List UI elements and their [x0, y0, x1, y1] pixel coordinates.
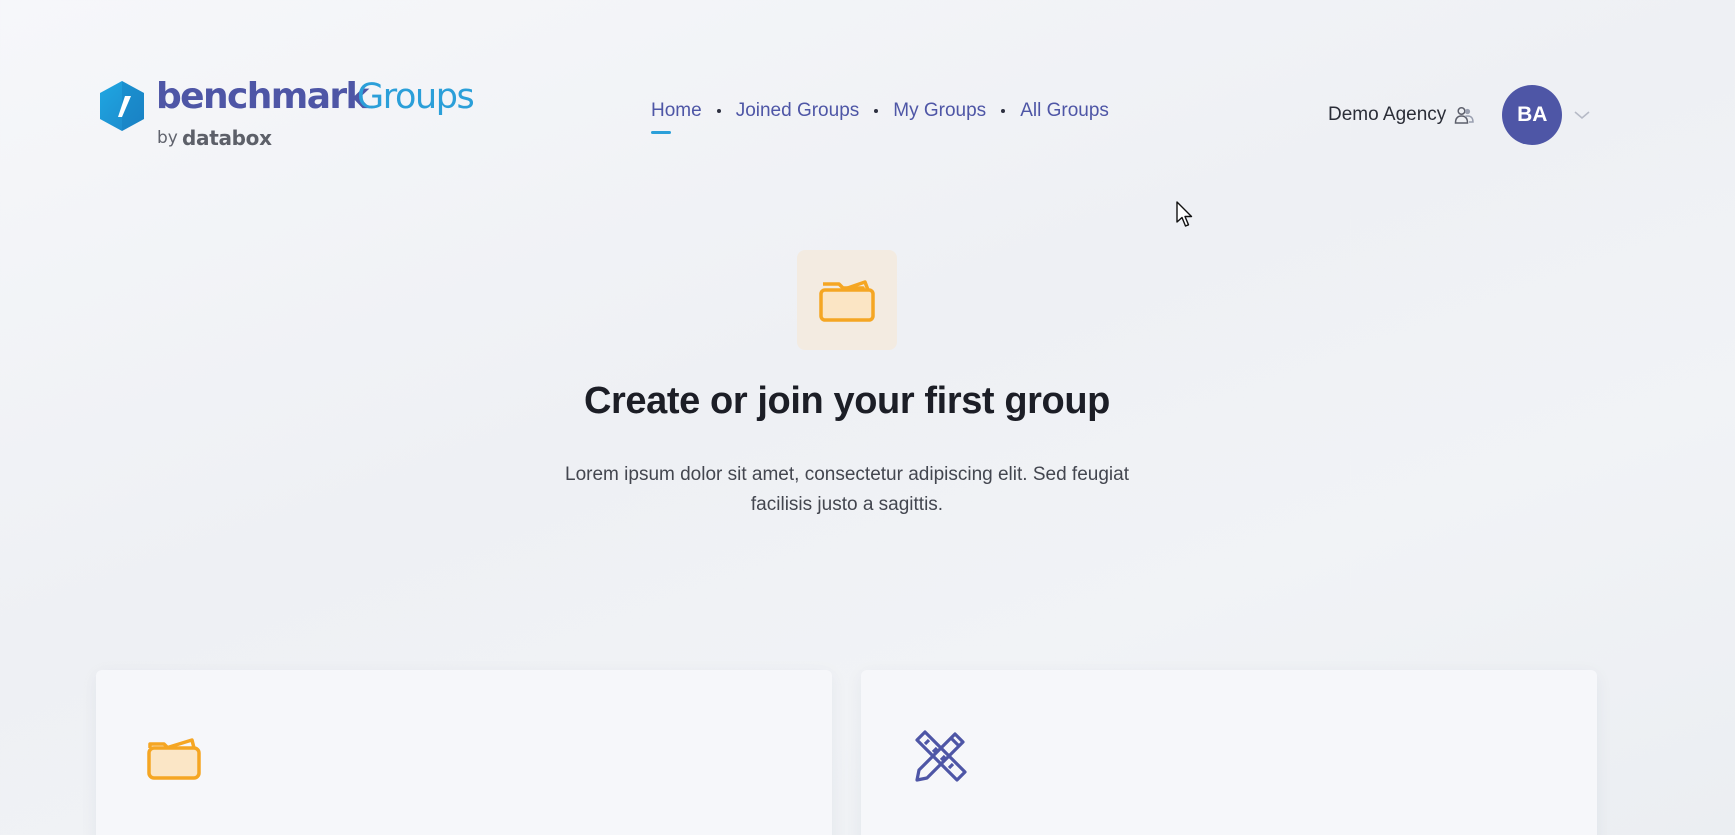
- nav-separator: [716, 109, 721, 113]
- brand-name-primary: benchmark: [156, 76, 369, 117]
- page-description: Lorem ipsum dolor sit amet, consectetur …: [565, 464, 1129, 515]
- folder-icon: [819, 280, 875, 322]
- nav-separator: [874, 109, 879, 113]
- account-area: Demo Agency BA: [1328, 84, 1591, 146]
- hero-icon-container: [797, 250, 897, 350]
- user-avatar[interactable]: BA: [1502, 85, 1563, 145]
- nav-home[interactable]: Home: [651, 100, 702, 134]
- nav-separator: [1001, 109, 1006, 113]
- nav-my-groups[interactable]: My Groups: [893, 100, 986, 134]
- main-nav: Home Joined Groups My Groups All Groups: [651, 100, 1109, 140]
- brand-company: databox: [182, 126, 272, 150]
- benchmark-logo-mark-icon: [100, 81, 144, 131]
- chevron-down-icon[interactable]: [1573, 109, 1591, 121]
- mouse-cursor-icon: [1176, 201, 1193, 227]
- nav-joined-groups[interactable]: Joined Groups: [736, 100, 860, 134]
- agency-switcher[interactable]: Demo Agency: [1328, 104, 1475, 126]
- join-group-card[interactable]: [861, 670, 1597, 835]
- brand-name-secondary: Groups: [357, 77, 475, 117]
- top-header: benchmark Groups by databox Home Joined …: [0, 0, 1735, 180]
- agency-name: Demo Agency: [1328, 104, 1447, 125]
- benchmark-groups-logo[interactable]: benchmark Groups by databox: [98, 76, 478, 150]
- brand-by-label: by: [157, 128, 178, 148]
- users-icon: [1455, 106, 1475, 124]
- nav-all-groups[interactable]: All Groups: [1020, 100, 1109, 134]
- create-group-card[interactable]: [96, 670, 832, 835]
- pencil-ruler-icon: [915, 730, 967, 782]
- folder-icon: [147, 738, 201, 780]
- page-title: Create or join your first group: [584, 380, 1110, 422]
